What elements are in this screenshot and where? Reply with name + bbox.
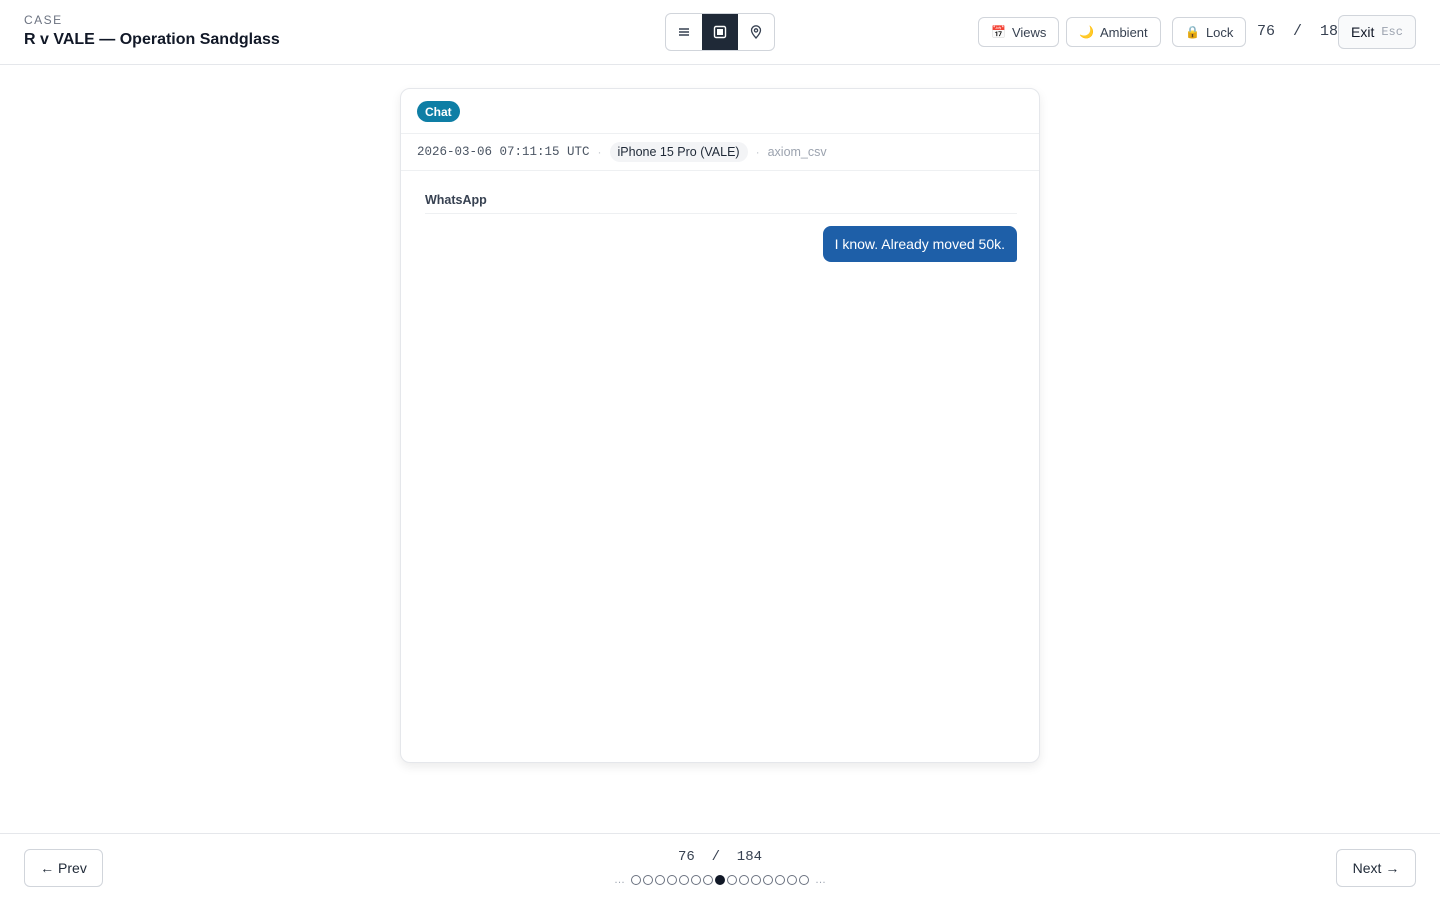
pagination-dot[interactable] [775, 875, 785, 885]
pagination-dot[interactable] [691, 875, 701, 885]
evidence-card: Chat 2026-03-06 07:11:15 UTC · iPhone 15… [400, 88, 1040, 763]
pagination-dot[interactable] [703, 875, 713, 885]
message-row: I know. Already moved 50k. [425, 226, 1017, 262]
ellipsis-left: … [614, 874, 625, 886]
footer-counter: 76 / 184 [677, 849, 762, 865]
app-name: WhatsApp [425, 193, 1017, 214]
map-pin-icon [750, 25, 762, 39]
top-bar: CASE R v VALE — Operation Sandglass 📅 Vi… [0, 0, 1440, 65]
device-chip[interactable]: iPhone 15 Pro (VALE) [609, 142, 748, 162]
list-icon [679, 28, 689, 36]
lock-icon: 🔒 [1185, 25, 1200, 39]
moon-icon: 🌙 [1079, 25, 1094, 39]
views-button[interactable]: 📅 Views [978, 17, 1060, 47]
lock-button[interactable]: 🔒 Lock [1172, 17, 1247, 47]
pagination-dot[interactable] [763, 875, 773, 885]
pagination-dot[interactable] [643, 875, 653, 885]
calendar-icon: 📅 [991, 25, 1006, 39]
single-card-view-button[interactable] [702, 14, 738, 50]
timestamp: 2026-03-06 07:11:15 UTC [417, 145, 590, 159]
source-label: axiom_csv [767, 145, 827, 159]
case-label: CASE [24, 13, 63, 27]
chat-thread: WhatsApp I know. Already moved 50k. [425, 193, 1017, 262]
case-title: R v VALE — Operation Sandglass [24, 31, 280, 48]
lock-label: Lock [1205, 24, 1234, 40]
ambient-button[interactable]: 🌙 Ambient [1066, 17, 1161, 47]
footer-bar: ← Prev 76 / 184 … … Next → [0, 833, 1440, 900]
pagination-dots: … … [0, 874, 1440, 886]
message-bubble: I know. Already moved 50k. [822, 226, 1017, 262]
pagination-dot[interactable] [787, 875, 797, 885]
exit-button[interactable]: Exit Esc [1338, 15, 1416, 49]
view-mode-toggle [665, 13, 775, 51]
ellipsis-right: … [815, 874, 826, 886]
pagination-dot[interactable] [631, 875, 641, 885]
views-label: Views [1011, 24, 1047, 40]
pagination-dot[interactable] [727, 875, 737, 885]
pagination-dot[interactable] [655, 875, 665, 885]
list-view-button[interactable] [666, 14, 702, 50]
card-header: Chat [401, 89, 1039, 134]
pagination-dot[interactable] [739, 875, 749, 885]
item-counter: 76 / 184 [1257, 23, 1348, 40]
map-view-button[interactable] [738, 14, 774, 50]
pagination-dot[interactable] [799, 875, 809, 885]
type-badge: Chat [417, 101, 460, 122]
meta-row: 2026-03-06 07:11:15 UTC · iPhone 15 Pro … [401, 134, 1039, 171]
next-button[interactable]: Next → [1336, 849, 1416, 887]
exit-shortcut: Esc [1381, 25, 1403, 39]
separator: · [755, 145, 760, 159]
pagination-dot[interactable] [679, 875, 689, 885]
pagination-dot-current[interactable] [715, 875, 725, 885]
pagination-dot[interactable] [667, 875, 677, 885]
separator: · [597, 145, 602, 159]
ambient-label: Ambient [1099, 24, 1148, 40]
single-card-icon [713, 25, 727, 39]
pagination-dot[interactable] [751, 875, 761, 885]
exit-label: Exit [1351, 24, 1375, 40]
